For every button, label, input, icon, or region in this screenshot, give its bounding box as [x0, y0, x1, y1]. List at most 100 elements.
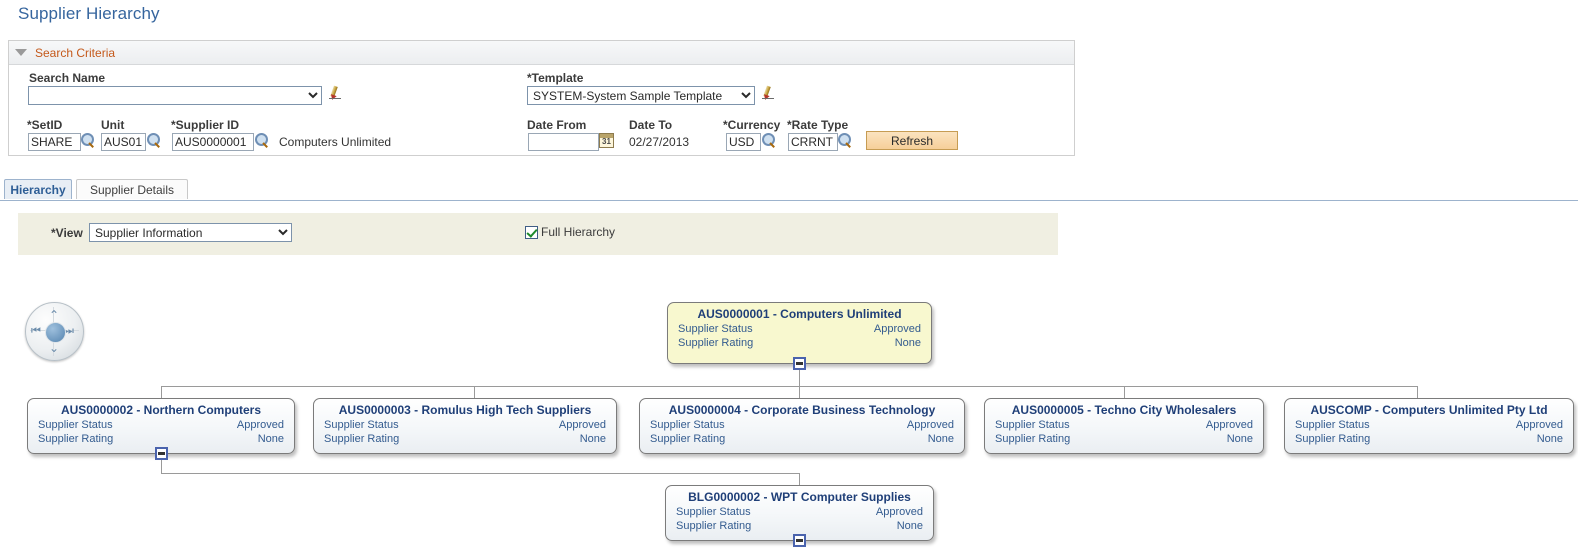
pencil-icon[interactable] — [329, 85, 343, 101]
triangle-down-icon[interactable] — [15, 49, 27, 56]
unit-label: Unit — [101, 118, 125, 132]
node-status-label: Supplier Status — [1295, 419, 1370, 431]
hierarchy-node-root[interactable]: AUS0000001 - Computers Unlimited Supplie… — [667, 302, 932, 364]
node-status-label: Supplier Status — [650, 419, 725, 431]
node-rating-value: None — [257, 433, 284, 445]
node-status-label: Supplier Status — [678, 323, 753, 335]
node-status-row: Supplier Status Approved — [1285, 419, 1573, 431]
node-title: BLG0000002 - WPT Computer Supplies — [688, 490, 911, 504]
tab-bar: Hierarchy Supplier Details — [0, 179, 1578, 201]
hierarchy-node-auscomp[interactable]: AUSCOMP - Computers Unlimited Pty Ltd Su… — [1284, 398, 1574, 454]
search-criteria-header[interactable]: Search Criteria — [9, 41, 1074, 65]
node-title: AUS0000005 - Techno City Wholesalers — [1011, 403, 1237, 417]
page-title: Supplier Hierarchy — [18, 4, 160, 23]
supplier-hierarchy-page: Supplier Hierarchy Search Criteria Searc… — [0, 0, 1578, 558]
rate-type-label: *Rate Type — [787, 118, 849, 132]
pencil-icon[interactable] — [762, 85, 776, 101]
view-select[interactable]: Supplier Information — [89, 223, 292, 242]
template-label: *Template — [527, 71, 584, 85]
view-options-bar: *View Supplier Information Full Hierarch… — [18, 213, 1058, 255]
node-rating-label: Supplier Rating — [38, 433, 114, 445]
date-to-label: Date To — [629, 118, 673, 132]
tab-hierarchy[interactable]: Hierarchy — [4, 179, 72, 199]
connector-line — [161, 473, 799, 474]
supplier-id-label: *Supplier ID — [171, 118, 240, 132]
node-rating-label: Supplier Rating — [995, 433, 1071, 445]
pan-up-icon[interactable]: ⌃ — [49, 309, 59, 321]
date-to-value: 02/27/2013 — [629, 135, 690, 149]
calendar-day-glyph: 31 — [602, 137, 611, 146]
node-rating-row: Supplier Rating None — [666, 520, 933, 532]
node-status-row: Supplier Status Approved — [28, 419, 294, 431]
node-status-value: Approved — [875, 506, 923, 518]
node-rating-label: Supplier Rating — [678, 337, 754, 349]
pan-navigation-control[interactable]: ⌃ ⌄ ⏮ ⏭ — [25, 302, 84, 361]
node-rating-label: Supplier Rating — [324, 433, 400, 445]
unit-input[interactable] — [101, 133, 146, 151]
minus-icon-aus0000002[interactable] — [155, 447, 168, 460]
magnifier-icon[interactable] — [81, 133, 96, 148]
magnifier-icon[interactable] — [255, 133, 270, 148]
node-status-row: Supplier Status Approved — [314, 419, 616, 431]
node-rating-label: Supplier Rating — [676, 520, 752, 532]
magnifier-icon[interactable] — [762, 133, 777, 148]
currency-label: *Currency — [723, 118, 781, 132]
node-rating-value: None — [896, 520, 923, 532]
search-name-input[interactable] — [28, 86, 322, 105]
node-status-row: Supplier Status Approved — [640, 419, 964, 431]
template-select[interactable]: SYSTEM-System Sample Template — [527, 86, 755, 105]
date-from-label: Date From — [527, 118, 587, 132]
hierarchy-node-blg0000002[interactable]: BLG0000002 - WPT Computer Supplies Suppl… — [665, 485, 934, 541]
node-status-label: Supplier Status — [676, 506, 751, 518]
date-from-input[interactable] — [528, 133, 599, 151]
search-name-label: Search Name — [29, 71, 106, 85]
node-status-value: Approved — [873, 323, 921, 335]
hierarchy-node-aus0000005[interactable]: AUS0000005 - Techno City Wholesalers Sup… — [984, 398, 1264, 454]
rate-type-input[interactable] — [788, 133, 838, 151]
pan-down-icon[interactable]: ⌄ — [49, 342, 59, 354]
minus-icon-root[interactable] — [793, 357, 806, 370]
currency-input[interactable] — [726, 133, 761, 151]
refresh-button[interactable]: Refresh — [866, 131, 958, 150]
setid-input[interactable] — [28, 133, 81, 151]
node-status-row: Supplier Status Approved — [666, 506, 933, 518]
node-rating-label: Supplier Rating — [650, 433, 726, 445]
node-rating-value: None — [579, 433, 606, 445]
pan-left-icon[interactable]: ⏮ — [31, 325, 41, 336]
node-rating-row: Supplier Rating None — [1285, 433, 1573, 445]
node-status-value: Approved — [1205, 419, 1253, 431]
connector-line — [161, 386, 1417, 387]
magnifier-icon[interactable] — [147, 133, 162, 148]
node-status-value: Approved — [236, 419, 284, 431]
node-rating-value: None — [1536, 433, 1563, 445]
node-status-value: Approved — [1515, 419, 1563, 431]
view-label: *View — [51, 226, 83, 240]
node-rating-value: None — [1226, 433, 1253, 445]
node-title: AUSCOMP - Computers Unlimited Pty Ltd — [1310, 403, 1548, 417]
node-status-row: Supplier Status Approved — [985, 419, 1263, 431]
hierarchy-node-aus0000002[interactable]: AUS0000002 - Northern Computers Supplier… — [27, 398, 295, 454]
node-rating-row: Supplier Rating None — [985, 433, 1263, 445]
node-rating-value: None — [927, 433, 954, 445]
node-status-value: Approved — [906, 419, 954, 431]
node-rating-row: Supplier Rating None — [640, 433, 964, 445]
full-hierarchy-checkbox-group[interactable]: Full Hierarchy — [525, 225, 615, 239]
search-criteria-panel: Search Criteria Search Name *Template SY… — [8, 40, 1075, 156]
node-title: AUS0000001 - Computers Unlimited — [697, 307, 902, 321]
node-rating-value: None — [894, 337, 921, 349]
magnifier-icon[interactable] — [838, 133, 853, 148]
supplier-id-input[interactable] — [172, 133, 254, 151]
node-status-row: Supplier Status Approved — [668, 323, 931, 335]
search-criteria-title: Search Criteria — [35, 45, 116, 60]
node-status-label: Supplier Status — [324, 419, 399, 431]
recenter-button[interactable] — [45, 322, 66, 343]
full-hierarchy-checkbox[interactable] — [525, 225, 538, 239]
node-title: AUS0000002 - Northern Computers — [60, 403, 262, 417]
hierarchy-node-aus0000003[interactable]: AUS0000003 - Romulus High Tech Suppliers… — [313, 398, 617, 454]
hierarchy-canvas[interactable]: ⌃ ⌄ ⏮ ⏭ AUS0000001 - Computers Unlimited… — [0, 255, 1578, 558]
hierarchy-node-aus0000004[interactable]: AUS0000004 - Corporate Business Technolo… — [639, 398, 965, 454]
node-rating-row: Supplier Rating None — [668, 337, 931, 349]
tab-supplier-details[interactable]: Supplier Details — [76, 179, 188, 199]
calendar-icon[interactable]: 31 — [599, 133, 614, 148]
minus-icon-blg0000002[interactable] — [793, 534, 806, 547]
